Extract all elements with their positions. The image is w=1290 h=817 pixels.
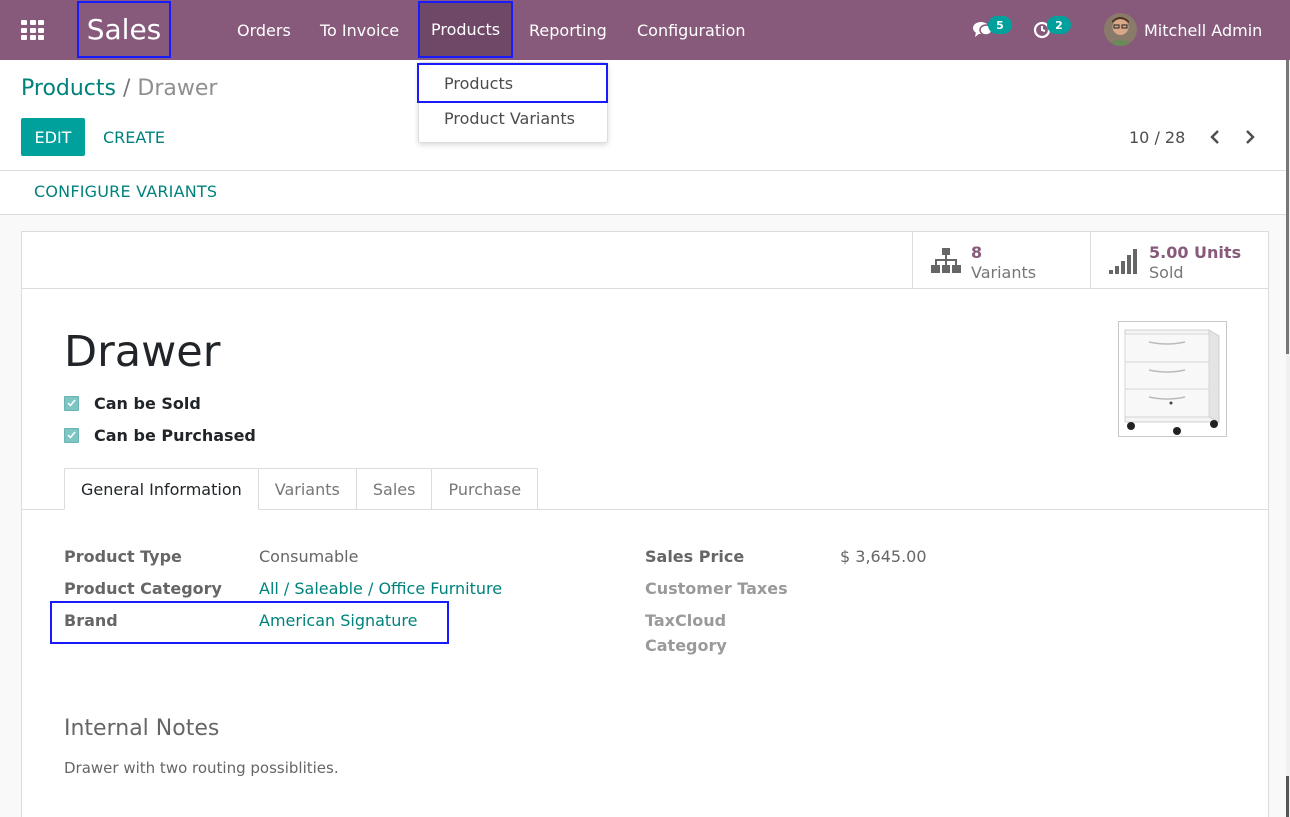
app-brand[interactable]: Sales (77, 1, 171, 58)
taxcloud-category-label-line2: Category (645, 636, 727, 655)
apps-menu-icon[interactable] (21, 20, 44, 40)
pager-next-icon[interactable] (1240, 126, 1260, 148)
breadcrumb-current: Drawer (137, 76, 218, 101)
product-type-label: Product Type (64, 547, 182, 566)
units-sold-smart-button[interactable]: 5.00 Units Sold (1090, 232, 1268, 289)
units-sold-value: 5.00 Units (1149, 243, 1242, 262)
dropdown-item-products[interactable]: Products (417, 63, 608, 103)
user-avatar[interactable] (1104, 13, 1137, 46)
internal-notes-title: Internal Notes (64, 716, 220, 741)
product-category-label: Product Category (64, 579, 222, 598)
messages-count-badge: 5 (988, 16, 1012, 34)
breadcrumb-products-link[interactable]: Products (21, 76, 116, 101)
customer-taxes-label: Customer Taxes (645, 579, 788, 598)
menu-reporting[interactable]: Reporting (529, 0, 607, 60)
can-be-purchased-label: Can be Purchased (94, 425, 256, 445)
tab-purchase[interactable]: Purchase (432, 468, 539, 510)
product-type-value[interactable]: Consumable (259, 547, 358, 566)
menu-configuration[interactable]: Configuration (637, 0, 746, 60)
sitemap-icon (931, 248, 961, 278)
can-be-purchased-row: Can be Purchased (64, 424, 256, 446)
menu-products[interactable]: Products (418, 1, 514, 58)
sales-price-label: Sales Price (645, 547, 745, 566)
page-scrollbar-lower[interactable] (1286, 776, 1289, 817)
variants-label: Variants (971, 263, 1037, 282)
product-image[interactable] (1118, 321, 1227, 437)
edit-button[interactable]: EDIT (21, 118, 85, 156)
breadcrumb: Products / Drawer (21, 76, 217, 101)
sales-price-value[interactable]: $ 3,645.00 (840, 547, 927, 566)
product-form-sheet: 8 Variants 5.00 Units Sold Drawer Can be… (21, 231, 1269, 817)
breadcrumb-separator: / (123, 76, 131, 101)
products-dropdown-menu: Products Product Variants (417, 62, 609, 143)
variants-count: 8 (971, 243, 983, 262)
menu-orders[interactable]: Orders (237, 0, 291, 60)
can-be-purchased-checkbox[interactable] (64, 427, 79, 443)
units-sold-label: Sold (1149, 263, 1184, 282)
can-be-sold-row: Can be Sold (64, 392, 201, 414)
brand-link[interactable]: American Signature (259, 611, 417, 630)
taxcloud-category-label-line1: TaxCloud (645, 611, 727, 630)
variants-smart-button[interactable]: 8 Variants (912, 232, 1090, 289)
signal-bars-icon (1109, 249, 1139, 279)
can-be-sold-checkbox[interactable] (64, 395, 79, 411)
can-be-sold-label: Can be Sold (94, 393, 201, 413)
configure-variants-button[interactable]: CONFIGURE VARIANTS (34, 182, 217, 201)
tab-sales[interactable]: Sales (356, 468, 433, 510)
dropdown-item-product-variants[interactable]: Product Variants (419, 101, 609, 135)
control-panel-divider (0, 170, 1287, 171)
user-menu[interactable]: Mitchell Admin (1144, 0, 1262, 60)
page-scrollbar-thumb[interactable] (1286, 60, 1289, 354)
internal-notes-text[interactable]: Drawer with two routing possiblities. (64, 759, 339, 777)
brand-label: Brand (64, 611, 118, 630)
tab-general-information[interactable]: General Information (64, 468, 259, 510)
activities-count-badge: 2 (1047, 16, 1071, 34)
menu-to-invoice[interactable]: To Invoice (320, 0, 399, 60)
product-name[interactable]: Drawer (64, 327, 220, 377)
pager-value[interactable]: 10 / 28 (1129, 128, 1185, 147)
form-tabs: General Information Variants Sales Purch… (64, 468, 539, 510)
smart-button-box: 8 Variants 5.00 Units Sold (22, 232, 1268, 289)
tab-variants[interactable]: Variants (258, 468, 357, 510)
pager-previous-icon[interactable] (1205, 126, 1225, 148)
top-navbar: Sales Orders To Invoice Products Reporti… (0, 0, 1290, 60)
create-button[interactable]: CREATE (103, 118, 165, 156)
product-category-link[interactable]: All / Saleable / Office Furniture (259, 579, 502, 598)
